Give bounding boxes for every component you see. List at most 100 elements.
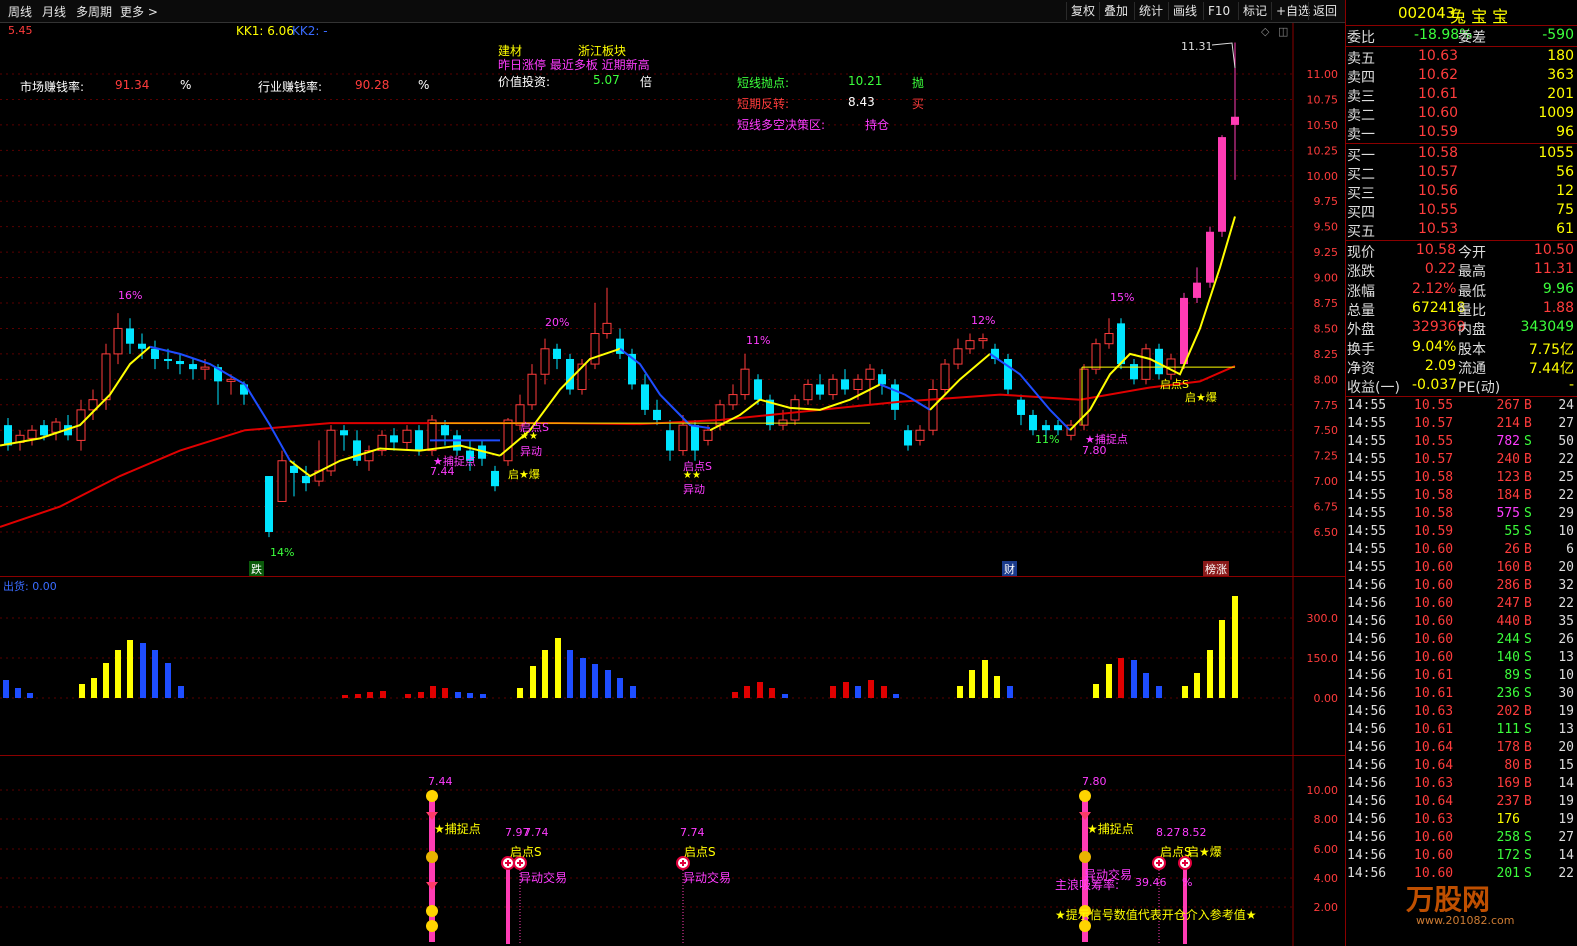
multi-period-button[interactable]: 多周期: [76, 3, 112, 20]
volume-panel[interactable]: 300.0 150.0 0.00 出货: 0.00: [0, 577, 1345, 755]
stat-row: 涨跌 0.22 最高 11.31: [1346, 261, 1577, 280]
candle-body: [1054, 425, 1062, 431]
volume-bar: [405, 694, 411, 698]
candle-body: [1180, 297, 1188, 365]
tick-price: 10.57: [1414, 452, 1454, 467]
kline-panel[interactable]: 11.00 10.75 10.50 10.25 10.00 9.75 9.50 9.25 9.0…: [0, 23, 1345, 577]
candle-body: [553, 348, 561, 359]
candle-body: [1130, 364, 1138, 380]
tick-price: 10.60: [1414, 560, 1454, 575]
volume-bar: [757, 682, 763, 698]
candle-body: [503, 419, 513, 462]
tick-volume: 178: [1496, 740, 1520, 755]
candle-body: [965, 340, 975, 350]
ma-line: [879, 383, 931, 411]
tick-side: S: [1524, 506, 1532, 521]
stat-label: 换手: [1347, 341, 1375, 358]
overlay-button[interactable]: 叠加: [1099, 2, 1132, 20]
signal-value: 7.74: [680, 826, 705, 839]
stat-label: 涨幅: [1347, 283, 1375, 300]
volume-bar: [1106, 664, 1112, 698]
kk2-label: KK2: -: [292, 24, 328, 38]
pct-annotation: 20%: [545, 316, 570, 329]
stock-name: 兔 宝 宝: [1450, 7, 1509, 26]
order-diff-value: -590: [1542, 27, 1574, 43]
tick-price: 10.58: [1414, 506, 1454, 521]
tick-count: 15: [1558, 758, 1574, 773]
candle-body: [540, 348, 550, 375]
more-button[interactable]: 更多 >: [120, 3, 158, 20]
stat-value: 7.75亿: [1528, 341, 1574, 358]
ask-price: 10.59: [1418, 124, 1459, 140]
draw-button[interactable]: 画线: [1168, 2, 1201, 20]
pct-annotation: 12%: [971, 314, 996, 327]
volume-bar: [1232, 596, 1238, 698]
tick-row: 14:56 10.60 286 B 32: [1346, 578, 1577, 596]
decision-zone-action: 持仓: [865, 118, 890, 132]
price-axis-tick: 6.75: [1314, 501, 1339, 514]
candle-body: [641, 384, 649, 410]
smile-icon: [426, 905, 438, 917]
f10-button[interactable]: F10: [1203, 2, 1234, 20]
back-button[interactable]: 返回: [1308, 2, 1341, 20]
volume-bar: [744, 686, 750, 698]
bid-row: 买二 10.57 56: [1346, 164, 1577, 183]
volume-bar: [617, 678, 623, 698]
money-bag-icon: [1079, 851, 1091, 863]
kline-svg: 11.00 10.75 10.50 10.25 10.00 9.75 9.50 9.25 9.0…: [0, 23, 1339, 576]
tick-volume: 80: [1504, 758, 1520, 773]
candle-body: [353, 440, 361, 461]
volume-bar: [380, 691, 386, 698]
signal-panel[interactable]: 10.00 8.00 6.00 4.00 2.00 7.44 ★捕捉点 7.97 7.7…: [0, 756, 1345, 946]
diamond-icon[interactable]: ◇: [1261, 25, 1269, 38]
capture-point-value: 7.80: [1082, 444, 1107, 457]
tick-side: S: [1524, 830, 1532, 845]
tick-time: 14:56: [1347, 650, 1387, 665]
tick-side: S: [1524, 866, 1532, 881]
volume-bar: [127, 640, 133, 698]
price-axis-tick: 6.50: [1314, 526, 1339, 539]
candle-body: [226, 378, 236, 382]
main-wave-label: 主浪吸筹率:: [1055, 878, 1120, 892]
panel-toggle-icon[interactable]: ◫: [1278, 25, 1288, 38]
monthly-button[interactable]: 月线: [42, 3, 66, 20]
volume-bar: [1131, 660, 1137, 698]
tick-time: 14:56: [1347, 614, 1387, 629]
market-rate-value: 91.34: [115, 78, 150, 92]
price-axis-tick: 10.50: [1307, 119, 1339, 132]
tick-count: 29: [1558, 506, 1574, 521]
smile-icon: [426, 920, 438, 932]
industry-rate-label: 行业赚钱率:: [258, 80, 323, 94]
tick-price: 10.60: [1414, 632, 1454, 647]
stats-button[interactable]: 统计: [1134, 2, 1167, 20]
mark-button[interactable]: 标记: [1238, 2, 1271, 20]
candle-body: [277, 460, 287, 502]
tick-row: 14:56 10.60 247 B 22: [1346, 596, 1577, 614]
volume-bar: [567, 650, 573, 698]
stat-label: 外盘: [1347, 322, 1375, 339]
tick-time: 14:56: [1347, 758, 1387, 773]
tick-volume: 111: [1496, 722, 1520, 737]
adjust-button[interactable]: 复权: [1066, 2, 1099, 20]
tick-side: B: [1524, 542, 1532, 557]
tick-count: 30: [1558, 686, 1574, 701]
signal-burst-label: 启★爆: [1187, 845, 1222, 859]
tick-price: 10.59: [1414, 524, 1454, 539]
tick-side: B: [1524, 398, 1532, 413]
watermark-url: www.201082.com: [1416, 914, 1515, 927]
tick-row: 14:56 10.60 244 S 26: [1346, 632, 1577, 650]
tick-row: 14:55 10.55 782 S 50: [1346, 434, 1577, 452]
burst-label: 启★爆: [508, 468, 540, 481]
order-ratio-row: 委比 -18.98% 委差 -590: [1346, 27, 1577, 46]
volume-bar: [27, 693, 33, 698]
tick-count: 13: [1558, 650, 1574, 665]
tick-time: 14:56: [1347, 866, 1387, 881]
volume-bar: [580, 658, 586, 698]
candle-body: [453, 435, 461, 451]
signal-trade-label: 异动交易: [519, 871, 568, 885]
tick-count: 20: [1558, 560, 1574, 575]
weekly-button[interactable]: 周线: [8, 3, 32, 20]
stat-label: 总量: [1347, 302, 1375, 319]
candle-body: [878, 374, 886, 385]
volume-bar: [152, 650, 158, 698]
